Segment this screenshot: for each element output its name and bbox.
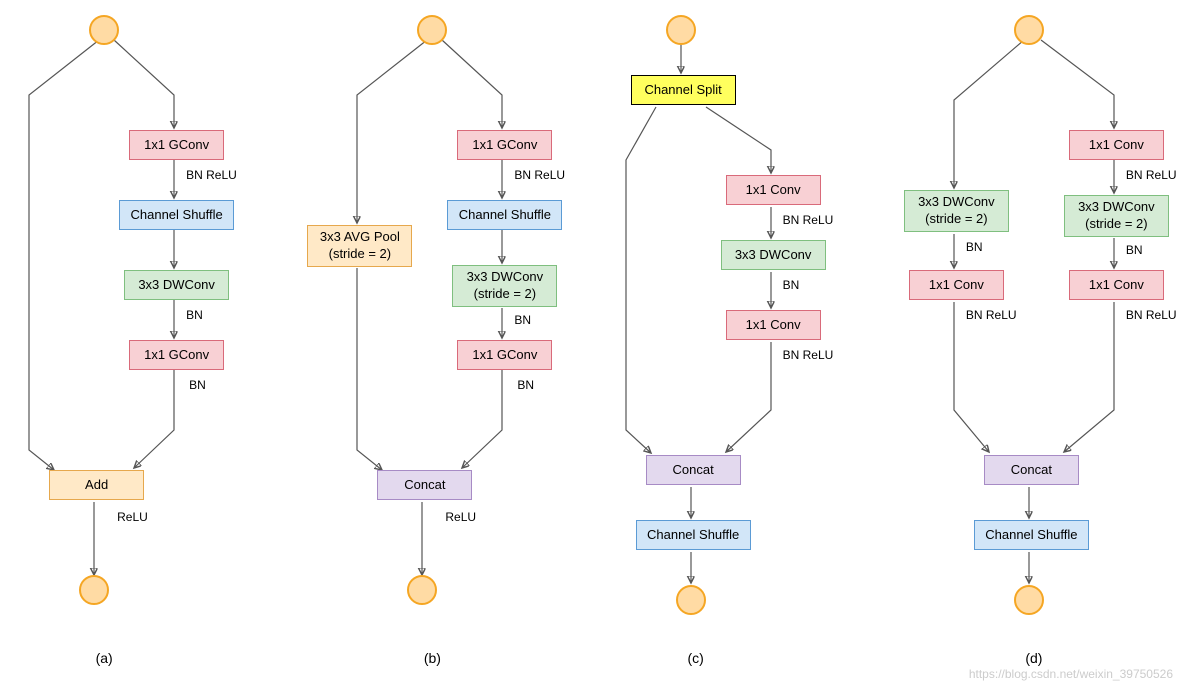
flow-column-a: 1x1 GConv BN ReLU Channel Shuffle 3x3 DW… (4, 10, 294, 650)
avgpool-block: 3x3 AVG Pool (stride = 2) (307, 225, 412, 267)
concat-block: Concat (377, 470, 472, 500)
annotation-bn-r: BN (1126, 243, 1143, 257)
annotation-bn-l: BN (966, 240, 983, 254)
gconv-block: 1x1 GConv (457, 130, 552, 160)
dwconv-right-block: 3x3 DWConv (stride = 2) (1064, 195, 1169, 237)
block-label: 3x3 AVG Pool (stride = 2) (320, 229, 400, 263)
annotation-bn-relu2: BN ReLU (1126, 308, 1177, 322)
output-node (676, 585, 706, 615)
gconv-block: 1x1 GConv (129, 130, 224, 160)
conv-block-2: 1x1 Conv (726, 310, 821, 340)
conv-block-1: 1x1 Conv (726, 175, 821, 205)
block-label: 1x1 Conv (929, 277, 984, 294)
arrows-d (899, 10, 1189, 650)
diagram-container: 1x1 GConv BN ReLU Channel Shuffle 3x3 DW… (0, 0, 1193, 650)
block-label: Channel Shuffle (459, 207, 551, 224)
caption-d: (d) (1014, 650, 1054, 666)
caption-c: (c) (676, 650, 716, 666)
caption-a: (a) (84, 650, 124, 666)
input-node (89, 15, 119, 45)
watermark-text: https://blog.csdn.net/weixin_39750526 (969, 667, 1173, 681)
gconv-block-2: 1x1 GConv (129, 340, 224, 370)
annotation-bn-relu1: BN ReLU (1126, 168, 1177, 182)
annotation-relu-out: ReLU (117, 510, 148, 524)
shuffle-block: Channel Shuffle (974, 520, 1089, 550)
block-label: 1x1 Conv (1089, 137, 1144, 154)
dwconv-block: 3x3 DWConv (124, 270, 229, 300)
arrows-a (4, 10, 294, 650)
shuffle-block: Channel Shuffle (447, 200, 562, 230)
shuffle-block: Channel Shuffle (119, 200, 234, 230)
block-label: 1x1 GConv (144, 347, 209, 364)
dwconv-left-block: 3x3 DWConv (stride = 2) (904, 190, 1009, 232)
input-node (1014, 15, 1044, 45)
dwconv-block: 3x3 DWConv (721, 240, 826, 270)
block-label: Add (85, 477, 108, 494)
arrows-b (302, 10, 592, 650)
block-label: 1x1 Conv (746, 317, 801, 334)
caption-b: (b) (412, 650, 452, 666)
block-label: Concat (404, 477, 445, 494)
output-node (1014, 585, 1044, 615)
input-node (417, 15, 447, 45)
block-label: Channel Shuffle (985, 527, 1077, 544)
output-node (407, 575, 437, 605)
annotation-bn-2: BN (517, 378, 534, 392)
output-node (79, 575, 109, 605)
block-label: 3x3 DWConv (stride = 2) (1078, 199, 1155, 233)
conv-block-1: 1x1 Conv (1069, 130, 1164, 160)
block-label: Concat (673, 462, 714, 479)
block-label: 1x1 Conv (746, 182, 801, 199)
add-block: Add (49, 470, 144, 500)
block-label: 1x1 GConv (472, 137, 537, 154)
flow-column-c: Channel Split 1x1 Conv BN ReLU 3x3 DWCon… (601, 10, 891, 650)
block-label: 3x3 DWConv (stride = 2) (467, 269, 544, 303)
conv-block-2: 1x1 Conv (1069, 270, 1164, 300)
block-label: 1x1 Conv (1089, 277, 1144, 294)
annotation-relu-out: ReLU (445, 510, 476, 524)
annotation-bn-relu: BN ReLU (186, 168, 237, 182)
split-block: Channel Split (631, 75, 736, 105)
flow-column-d: 3x3 DWConv (stride = 2) BN 1x1 Conv BN R… (899, 10, 1189, 650)
block-label: Channel Split (644, 82, 721, 99)
block-label: 1x1 GConv (472, 347, 537, 364)
annotation-bn: BN (186, 308, 203, 322)
gconv-block-2: 1x1 GConv (457, 340, 552, 370)
annotation-bn-relu-l: BN ReLU (966, 308, 1017, 322)
block-label: 3x3 DWConv (735, 247, 812, 264)
block-label: Channel Shuffle (130, 207, 222, 224)
annotation-bn-relu1: BN ReLU (783, 213, 834, 227)
annotation-bn-relu: BN ReLU (514, 168, 565, 182)
dwconv-block: 3x3 DWConv (stride = 2) (452, 265, 557, 307)
annotation-bn1: BN (783, 278, 800, 292)
annotation-bn-2: BN (189, 378, 206, 392)
block-label: 3x3 DWConv (stride = 2) (918, 194, 995, 228)
conv-left-block: 1x1 Conv (909, 270, 1004, 300)
block-label: Concat (1011, 462, 1052, 479)
flow-column-b: 3x3 AVG Pool (stride = 2) 1x1 GConv BN R… (302, 10, 592, 650)
concat-block: Concat (984, 455, 1079, 485)
concat-block: Concat (646, 455, 741, 485)
input-node (666, 15, 696, 45)
block-label: 1x1 GConv (144, 137, 209, 154)
shuffle-block: Channel Shuffle (636, 520, 751, 550)
annotation-bn-relu2: BN ReLU (783, 348, 834, 362)
block-label: Channel Shuffle (647, 527, 739, 544)
annotation-bn: BN (514, 313, 531, 327)
block-label: 3x3 DWConv (138, 277, 215, 294)
